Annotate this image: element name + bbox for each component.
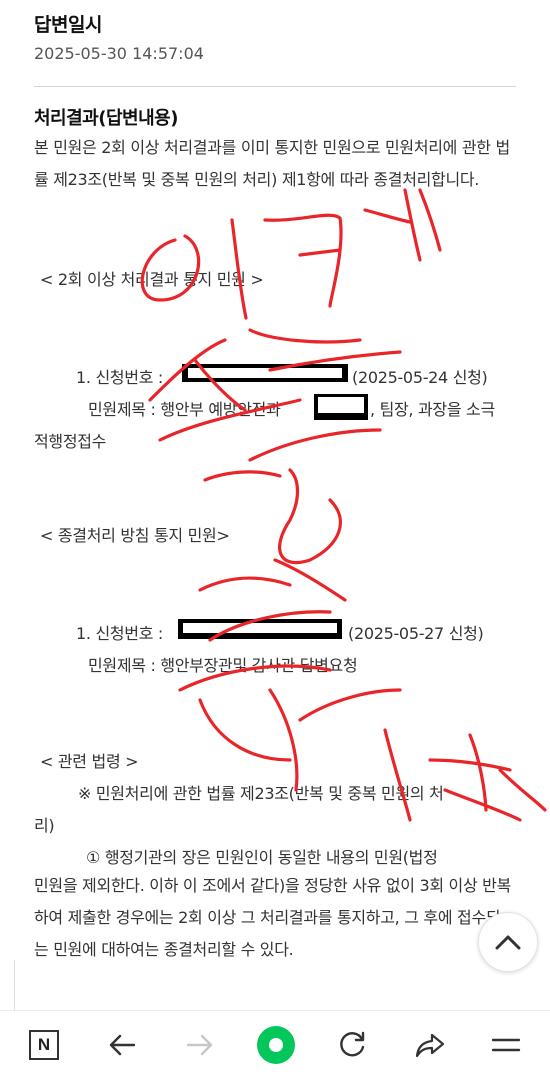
- menu-button[interactable]: [486, 1025, 526, 1065]
- law-heading: < 관련 법령 >: [40, 752, 139, 771]
- group1-item-no-label: 1. 신청번호 :: [76, 368, 164, 387]
- reload-button[interactable]: [332, 1025, 372, 1065]
- browser-bottom-bar: N: [0, 1010, 550, 1078]
- group2-heading: < 종결처리 방침 통지 민원>: [40, 526, 230, 545]
- redaction-fill: [318, 397, 364, 413]
- chevron-up-icon: [495, 935, 521, 950]
- back-button[interactable]: [102, 1025, 142, 1065]
- answer-date-label: 답변일시: [34, 14, 102, 36]
- home-button[interactable]: N: [24, 1025, 64, 1065]
- forward-arrow-icon: [186, 1034, 213, 1056]
- share-button[interactable]: [410, 1025, 450, 1065]
- divider: [34, 86, 516, 87]
- share-icon: [415, 1033, 445, 1058]
- reload-icon: [340, 1031, 365, 1057]
- result-intro: 본 민원은 2회 이상 처리결과를 이미 통지한 민원으로 민원처리에 관한 법…: [34, 138, 510, 189]
- divider: [14, 960, 15, 1010]
- back-arrow-icon: [109, 1034, 136, 1056]
- result-label: 처리결과(답변내용): [34, 108, 178, 129]
- green-dot-button[interactable]: [256, 1025, 296, 1065]
- redaction-fill: [188, 368, 342, 378]
- forward-button[interactable]: [180, 1025, 220, 1065]
- law-clause-line1: ① 행정기관의 장은 민원인이 동일한 내용의 민원(법정: [86, 848, 438, 867]
- green-dot-icon: [257, 1026, 295, 1064]
- group1-item-title-suffix: , 팀장, 과장을 소극: [370, 400, 495, 419]
- redaction-fill: [183, 623, 337, 633]
- menu-icon: [491, 1038, 521, 1052]
- group2-item-date: (2025-05-27 신청): [348, 624, 484, 643]
- group2-item-title: 민원제목 : 행안부장관및 감사관 답변요청: [88, 656, 358, 675]
- naver-home-icon: N: [29, 1030, 59, 1060]
- law-clause-body: 민원을 제외한다. 이하 이 조에서 같다)을 정당한 사유 없이 3회 이상 …: [34, 876, 512, 959]
- answer-content: 답변일시 2025-05-30 14:57:04 처리결과(답변내용) 본 민원…: [0, 0, 550, 1010]
- group1-heading: < 2회 이상 처리결과 통지 민원 >: [40, 270, 264, 289]
- law-ref-line2: 리): [34, 816, 55, 835]
- group1-item-title-cont: 적행정접수: [34, 432, 107, 451]
- group1-item-title: 민원제목 : 행안부 예방안전과: [88, 400, 281, 419]
- group1-item-date: (2025-05-24 신청): [352, 368, 488, 387]
- group2-item-no-label: 1. 신청번호 :: [76, 624, 164, 643]
- answer-date-value: 2025-05-30 14:57:04: [34, 44, 204, 63]
- scroll-to-top-button[interactable]: [478, 912, 538, 972]
- law-ref-line1: ※ 민원처리에 관한 법률 제23조(반복 및 중복 민원의 처: [78, 784, 444, 803]
